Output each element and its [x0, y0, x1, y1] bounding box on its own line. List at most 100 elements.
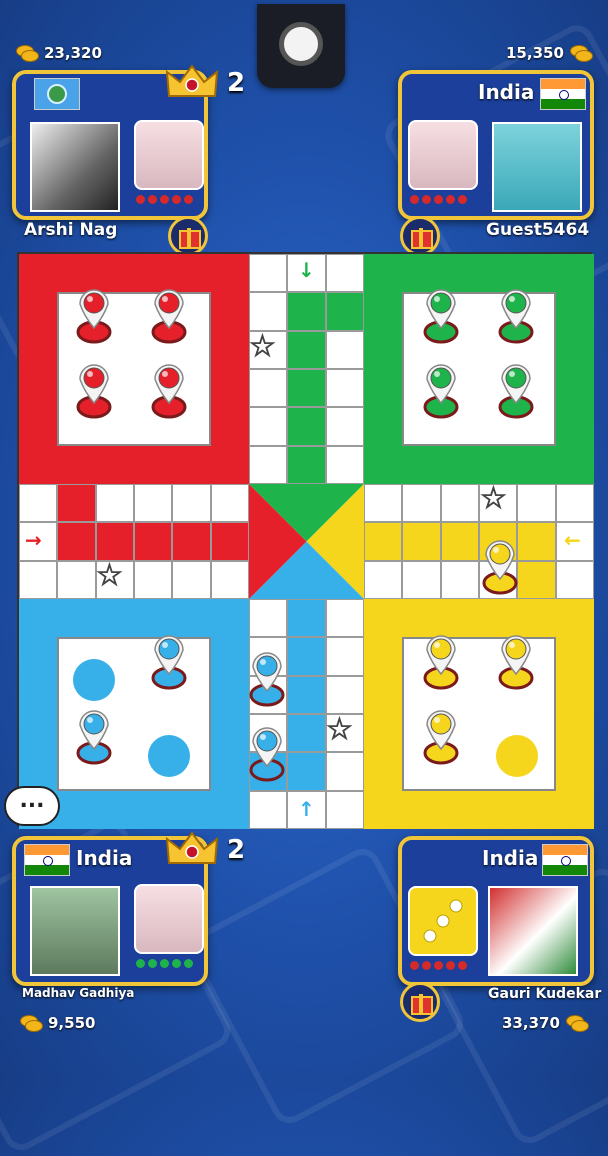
- board-cell: [517, 522, 556, 561]
- move-dots: [136, 195, 193, 204]
- globe-icon: [34, 78, 80, 110]
- avatar[interactable]: [488, 886, 578, 976]
- yellow-token[interactable]: [423, 707, 459, 765]
- red-token[interactable]: [151, 361, 187, 419]
- empty-token-spot: [73, 659, 115, 701]
- board-cell: [210, 522, 249, 561]
- gift-button[interactable]: [168, 216, 208, 256]
- coins-value: 33,370: [502, 1014, 560, 1032]
- board-cell: [287, 445, 326, 484]
- crown-count: 2: [227, 835, 246, 865]
- india-flag-icon: [24, 844, 70, 876]
- move-dots: [410, 961, 467, 970]
- dice-pip: [436, 914, 450, 928]
- board-cell: [19, 560, 58, 599]
- center-finish: [249, 484, 364, 599]
- board-cell: [19, 484, 58, 523]
- board-cell: [134, 522, 173, 561]
- board-cell: [57, 484, 96, 523]
- board-cell: [287, 599, 326, 638]
- dice-pip: [423, 929, 437, 943]
- board-cell: [210, 484, 249, 523]
- coins-value: 15,350: [506, 44, 564, 62]
- player-name: Arshi Nag: [24, 220, 118, 240]
- yellow-token[interactable]: [498, 632, 534, 690]
- crown-icon: [165, 831, 219, 864]
- india-flag-icon: [540, 78, 586, 110]
- green-token[interactable]: [498, 286, 534, 344]
- red-token[interactable]: [151, 286, 187, 344]
- player-name: Guest5464: [486, 220, 590, 240]
- arrow-right-icon: →: [25, 528, 42, 552]
- dice-slot: [408, 120, 478, 190]
- coins-icon: [569, 45, 593, 62]
- empty-token-spot: [148, 735, 190, 777]
- avatar[interactable]: [30, 886, 120, 976]
- board-cell: [172, 560, 211, 599]
- dice-slot: [134, 120, 204, 190]
- board-cell: [287, 330, 326, 369]
- board-cell: [287, 637, 326, 676]
- blue-token[interactable]: [249, 724, 285, 782]
- board-cell: [249, 407, 288, 446]
- red-token[interactable]: [76, 361, 112, 419]
- blue-token[interactable]: [249, 649, 285, 707]
- board-cell: [249, 254, 288, 293]
- green-token[interactable]: [423, 286, 459, 344]
- arrow-down-icon: ↓: [298, 258, 315, 282]
- coin-counter-top-left: 23,320: [16, 44, 102, 62]
- board-cell: [325, 369, 364, 408]
- board-cell: [95, 522, 134, 561]
- safe-star-icon: ☆: [326, 712, 354, 747]
- board-cell: [287, 292, 326, 331]
- crown-icon: [165, 64, 219, 97]
- board-cell: [364, 522, 403, 561]
- board-cell: [325, 330, 364, 369]
- board-cell: [134, 484, 173, 523]
- board-cell: [249, 445, 288, 484]
- yellow-token[interactable]: [423, 632, 459, 690]
- board-cell: [210, 560, 249, 599]
- yellow-home: [364, 599, 594, 829]
- board-cell: [440, 484, 479, 523]
- board-cell: [287, 714, 326, 753]
- avatar[interactable]: [30, 122, 120, 212]
- coin-counter-top-right: 15,350: [506, 44, 593, 62]
- board-cell: [172, 522, 211, 561]
- gift-button[interactable]: [400, 216, 440, 256]
- coins-icon: [16, 45, 39, 62]
- board-cell: [249, 599, 288, 638]
- board-cell: [402, 522, 441, 561]
- country-label: India: [478, 80, 535, 104]
- board-cell: [325, 292, 364, 331]
- board-cell: [325, 445, 364, 484]
- coins-value: 23,320: [44, 44, 102, 62]
- board-cell: [287, 675, 326, 714]
- menu-button[interactable]: [257, 4, 345, 88]
- coin-counter-bottom-right: 33,370: [502, 1014, 589, 1032]
- gift-button[interactable]: [400, 982, 440, 1022]
- dice-slot: [134, 884, 204, 954]
- dice-face-icon: [423, 899, 463, 943]
- board-cell: [325, 790, 364, 829]
- chat-button[interactable]: ...: [4, 786, 60, 826]
- player-panel-top-right[interactable]: India Guest5464: [398, 70, 594, 240]
- red-token[interactable]: [76, 286, 112, 344]
- player-panel-bottom-right[interactable]: India Gauri Kudekar: [398, 836, 601, 1002]
- blue-token[interactable]: [151, 632, 187, 690]
- yellow-token[interactable]: [482, 537, 518, 595]
- coins-icon: [20, 1015, 43, 1032]
- blue-token[interactable]: [76, 707, 112, 765]
- green-token[interactable]: [423, 361, 459, 419]
- dice-button[interactable]: [408, 886, 478, 956]
- player-name: Gauri Kudekar: [488, 986, 602, 1002]
- india-flag-icon: [542, 844, 588, 876]
- green-token[interactable]: [498, 361, 534, 419]
- coins-value: 9,550: [48, 1014, 96, 1032]
- ludo-board[interactable]: ☆ ☆ ☆ ☆ ↓ → ← ↑: [17, 252, 594, 829]
- green-home: [364, 254, 594, 484]
- avatar[interactable]: [492, 122, 582, 212]
- board-cell: [402, 560, 441, 599]
- board-cell: [325, 752, 364, 791]
- move-dots: [410, 195, 467, 204]
